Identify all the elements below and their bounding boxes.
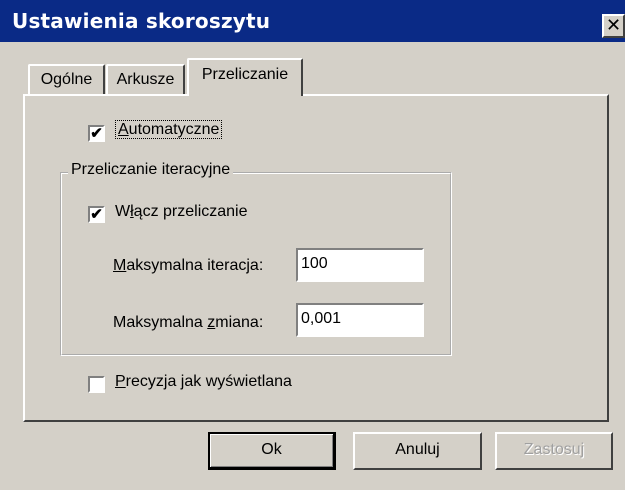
enable-iteration-label[interactable]: Włącz przeliczanie — [115, 203, 248, 221]
max-change-input[interactable]: 0,001 — [296, 303, 424, 337]
tab-ogolne[interactable]: Ogólne — [28, 64, 105, 94]
precision-label[interactable]: Precyzja jak wyświetlana — [115, 373, 292, 391]
automatic-label[interactable]: Automatyczne — [115, 120, 223, 139]
window-title: Ustawienia skoroszytu — [12, 9, 271, 33]
tab-przeliczanie[interactable]: Przeliczanie — [187, 58, 303, 96]
apply-button[interactable]: Zastosuj — [495, 432, 613, 470]
close-icon: ✕ — [605, 15, 622, 36]
checkmark-icon: ✔ — [90, 206, 103, 223]
max-change-label: Maksymalna zmiana: — [113, 314, 264, 331]
max-iteration-label: Maksymalna iteracja: — [113, 257, 264, 274]
max-iteration-input[interactable]: 100 — [296, 248, 424, 282]
tab-arkusze[interactable]: Arkusze — [106, 64, 185, 94]
automatic-checkbox[interactable]: ✔ — [88, 125, 105, 142]
title-bar: Ustawienia skoroszytu — [0, 0, 625, 42]
close-button[interactable]: ✕ — [602, 14, 625, 38]
iteration-group-title: Przeliczanie iteracyjne — [68, 161, 234, 179]
precision-checkbox[interactable] — [88, 376, 105, 393]
ok-button[interactable]: Ok — [208, 432, 336, 470]
checkmark-icon: ✔ — [90, 125, 103, 142]
enable-iteration-checkbox[interactable]: ✔ — [88, 206, 105, 223]
cancel-button[interactable]: Anuluj — [353, 432, 482, 470]
